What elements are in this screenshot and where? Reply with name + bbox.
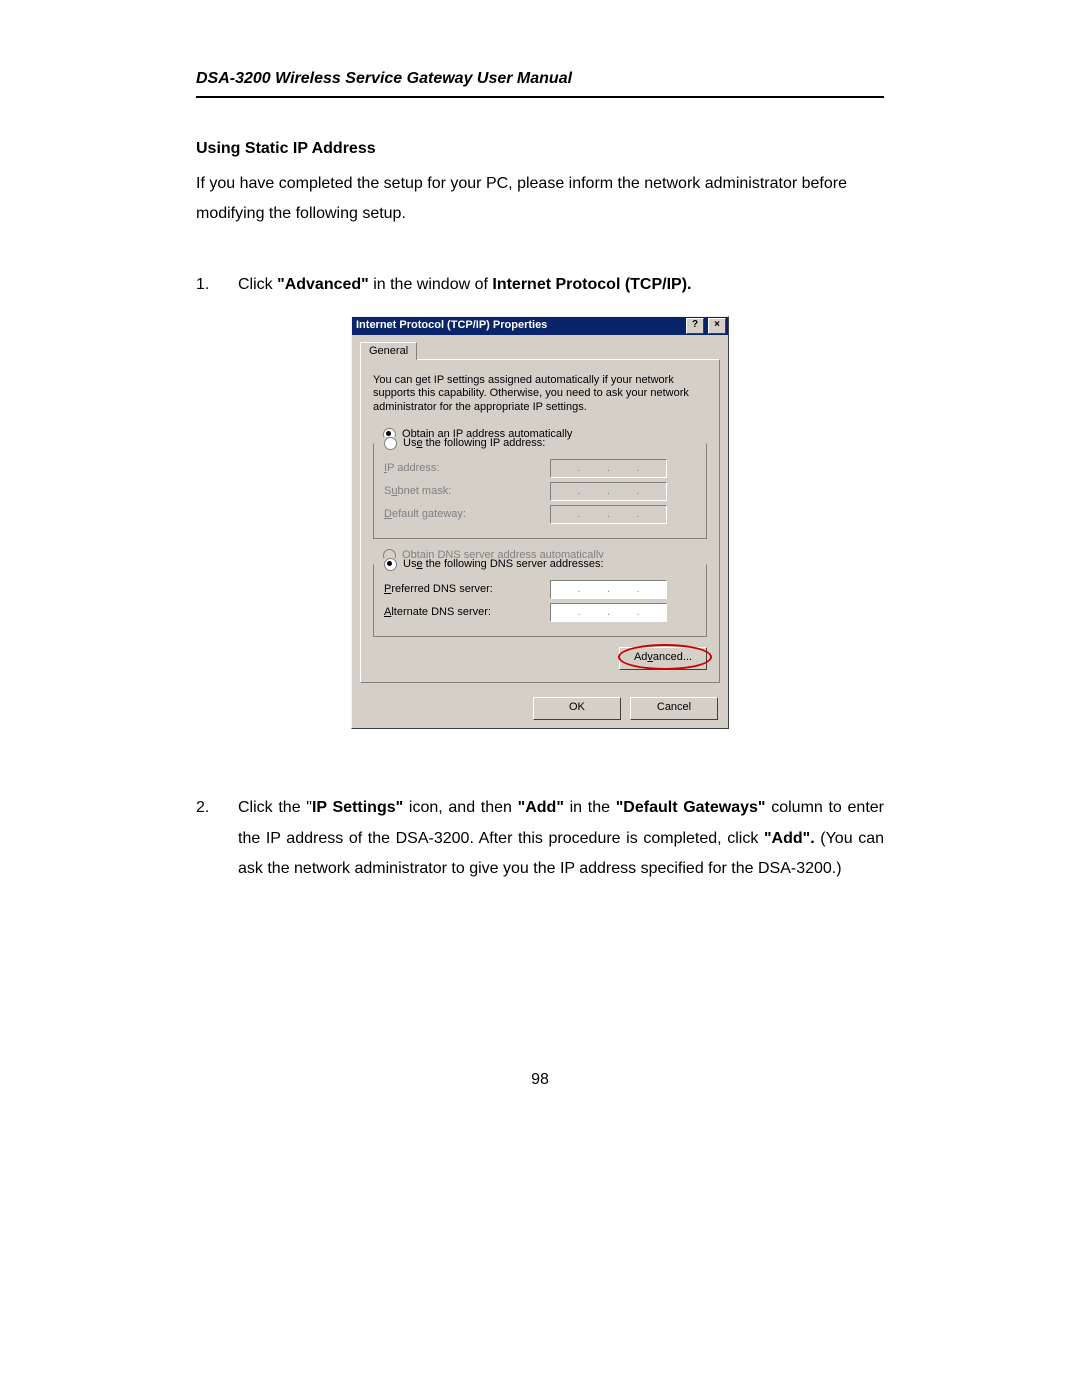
dialog-titlebar: Internet Protocol (TCP/IP) Properties ? …: [352, 317, 728, 335]
preferred-dns-label: Preferred DNS server:: [384, 583, 544, 596]
ip-address-label: IP address:: [384, 462, 544, 475]
default-gateway-input: ...: [550, 505, 667, 524]
ip-address-row: IP address: ...: [384, 459, 696, 478]
help-button[interactable]: ?: [686, 318, 704, 334]
steps-list-2: 2. Click the "IP Settings" icon, and the…: [196, 793, 884, 884]
close-button[interactable]: ×: [708, 318, 726, 334]
step-1-text: Click "Advanced" in the window of Intern…: [238, 270, 884, 300]
use-dns-fieldset: Use the following DNS server addresses: …: [373, 564, 707, 637]
step-2: 2. Click the "IP Settings" icon, and the…: [196, 793, 884, 884]
radio-use-dns[interactable]: [384, 558, 397, 571]
preferred-dns-row: Preferred DNS server: ...: [384, 580, 696, 599]
alternate-dns-label: Alternate DNS server:: [384, 606, 544, 619]
dialog-footer: OK Cancel: [352, 691, 728, 728]
default-gateway-row: Default gateway: ...: [384, 505, 696, 524]
step-number: 1.: [196, 270, 214, 300]
alternate-dns-row: Alternate DNS server: ...: [384, 603, 696, 622]
tcpip-properties-dialog: Internet Protocol (TCP/IP) Properties ? …: [351, 316, 729, 730]
radio-use-ip[interactable]: [384, 437, 397, 450]
page-number: 98: [196, 1065, 884, 1095]
subnet-mask-input: ...: [550, 482, 667, 501]
default-gateway-label: Default gateway:: [384, 508, 544, 521]
advanced-row: Advanced...: [373, 647, 707, 670]
general-tab-panel: You can get IP settings assigned automat…: [360, 359, 720, 683]
page-header: DSA-3200 Wireless Service Gateway User M…: [196, 64, 884, 98]
steps-list: 1. Click "Advanced" in the window of Int…: [196, 270, 884, 300]
subnet-mask-label: Subnet mask:: [384, 485, 544, 498]
alternate-dns-input[interactable]: ...: [550, 603, 667, 622]
step-2-text: Click the "IP Settings" icon, and then "…: [238, 793, 884, 884]
dialog-body: General You can get IP settings assigned…: [352, 335, 728, 692]
preferred-dns-input[interactable]: ...: [550, 580, 667, 599]
info-text: You can get IP settings assigned automat…: [373, 374, 707, 414]
advanced-button[interactable]: Advanced...: [619, 647, 707, 670]
manual-page: DSA-3200 Wireless Service Gateway User M…: [0, 0, 1080, 1155]
ip-address-input: ...: [550, 459, 667, 478]
ok-button[interactable]: OK: [533, 697, 621, 720]
section-title: Using Static IP Address: [196, 134, 884, 164]
use-ip-fieldset: Use the following IP address: IP address…: [373, 443, 707, 539]
intro-paragraph: If you have completed the setup for your…: [196, 169, 884, 230]
subnet-mask-row: Subnet mask: ...: [384, 482, 696, 501]
step-1: 1. Click "Advanced" in the window of Int…: [196, 270, 884, 300]
cancel-button[interactable]: Cancel: [630, 697, 718, 720]
tab-general[interactable]: General: [360, 342, 417, 360]
step-number: 2.: [196, 793, 214, 884]
dialog-title: Internet Protocol (TCP/IP) Properties: [356, 319, 682, 332]
